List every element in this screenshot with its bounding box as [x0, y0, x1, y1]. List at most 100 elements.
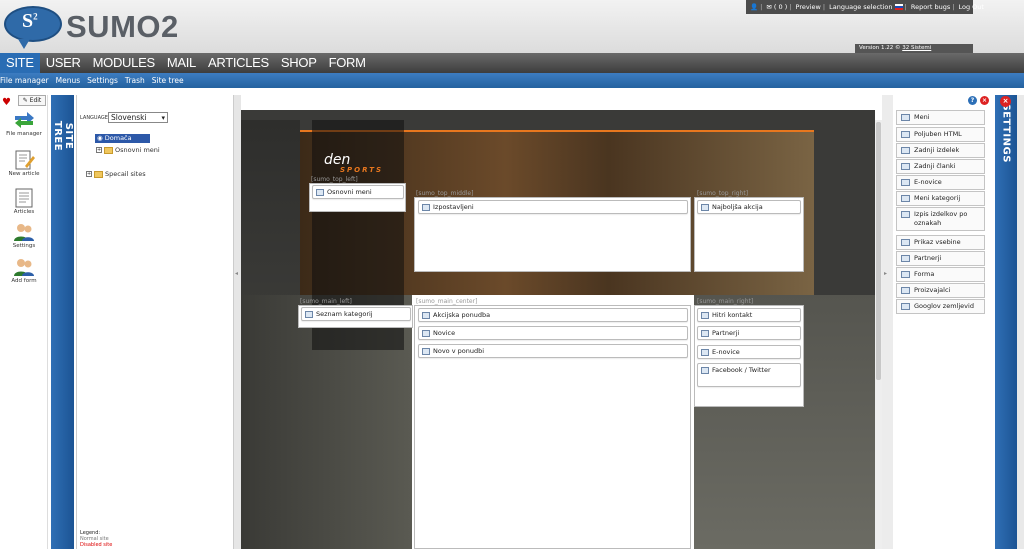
preview-link[interactable]: Preview: [796, 3, 821, 11]
module-btn-googlov-zemljevid[interactable]: Googlov zemljevid: [896, 299, 985, 314]
user-icon[interactable]: 👤: [750, 3, 758, 11]
tree-node-osnovni-meni[interactable]: + Osnovni meni: [96, 146, 160, 154]
report-bugs-link[interactable]: Report bugs: [911, 3, 950, 11]
module-icon: [701, 204, 709, 211]
edit-button[interactable]: ✎ Edit: [18, 95, 46, 106]
logo-text[interactable]: SUMO2: [66, 9, 179, 45]
module-btn-meni-kategorij[interactable]: Meni kategorij: [896, 191, 985, 206]
module-hitri-kontakt[interactable]: Hitri kontakt: [697, 308, 801, 322]
subnav-menus[interactable]: Menus: [56, 76, 85, 85]
main-nav: SITE USER MODULES MAIL ARTICLES SHOP FOR…: [0, 53, 1024, 73]
language-selection-link[interactable]: Language selection: [829, 3, 892, 11]
language-label: LANGUAGE: [80, 115, 108, 121]
module-btn-izpis-izdelkov[interactable]: Izpis izdelkov po oznakah: [896, 207, 985, 231]
module-btn-partnerji[interactable]: Partnerji: [896, 251, 985, 266]
zone-label-top-middle: [sumo_top_middle]: [416, 190, 474, 197]
nav-form[interactable]: FORM: [323, 53, 372, 73]
module-label: Hitri kontakt: [712, 311, 753, 319]
preview-scrollbar-thumb[interactable]: [876, 122, 881, 380]
tree-node-home[interactable]: ◉ Domača stran: [95, 134, 150, 151]
settings-strip[interactable]: SETTINGS: [995, 95, 1017, 549]
collapse-right-handle[interactable]: ▸: [882, 95, 893, 549]
tool-new-article-label: New article: [8, 171, 40, 177]
module-btn-label: Poljuben HTML: [914, 130, 962, 138]
module-facebook-twitter[interactable]: Facebook / Twitter: [697, 363, 801, 387]
module-icon: [901, 287, 910, 294]
expand-icon[interactable]: +: [96, 147, 102, 153]
subnav-settings[interactable]: Settings: [87, 76, 122, 85]
module-label: Osnovni meni: [327, 188, 372, 196]
flag-icon[interactable]: [894, 4, 903, 10]
module-akcijska-ponudba[interactable]: Akcijska ponudba: [418, 308, 688, 322]
module-label: Seznam kategorij: [316, 310, 373, 318]
module-icon: [701, 330, 709, 337]
module-btn-forma[interactable]: Forma: [896, 267, 985, 282]
module-najboljsa-akcija[interactable]: Najboljša akcija: [697, 200, 801, 214]
module-label: Najboljša akcija: [712, 203, 763, 211]
logout-link[interactable]: Log Out: [959, 3, 984, 11]
tool-articles-label: Articles: [13, 209, 35, 215]
subnav-site-tree[interactable]: Site tree: [152, 76, 188, 85]
settings-title: SETTINGS: [1000, 103, 1012, 163]
help-icon[interactable]: ?: [968, 96, 977, 105]
module-partnerji[interactable]: Partnerji: [697, 326, 801, 340]
close-icon[interactable]: ×: [980, 96, 989, 105]
module-icon: [316, 189, 324, 196]
module-osnovni-meni[interactable]: Osnovni meni: [312, 185, 404, 199]
zone-label-main-center: [sumo_main_center]: [416, 298, 478, 305]
expand-icon[interactable]: +: [86, 171, 92, 177]
module-icon: [701, 367, 709, 374]
subnav-trash[interactable]: Trash: [125, 76, 149, 85]
nav-site[interactable]: SITE: [0, 53, 40, 73]
zone-main-center[interactable]: [414, 305, 691, 549]
nav-mail[interactable]: MAIL: [161, 53, 202, 73]
chevron-left-icon: ◂: [235, 270, 239, 277]
module-btn-e-novice[interactable]: E-novice: [896, 175, 985, 190]
module-btn-zadnji-clanki[interactable]: Zadnji članki: [896, 159, 985, 174]
module-seznam-kategorij[interactable]: Seznam kategorij: [301, 307, 411, 321]
arrows-icon: [15, 112, 34, 128]
module-label: Facebook / Twitter: [712, 366, 771, 374]
module-label: Izpostavljeni: [433, 203, 474, 211]
module-btn-label: Meni kategorij: [914, 194, 961, 202]
den-sports-logo: den SPORTS: [324, 152, 381, 174]
collapse-left-handle[interactable]: ◂: [234, 95, 241, 549]
module-btn-proizvajalci[interactable]: Proizvajalci: [896, 283, 985, 298]
module-btn-prikaz-vsebine[interactable]: Prikaz vsebine: [896, 235, 985, 250]
module-btn-label: Forma: [914, 270, 935, 278]
module-icon: [901, 179, 910, 186]
tool-articles[interactable]: Articles: [4, 188, 44, 215]
tree-node-special-sites[interactable]: + Specail sites: [86, 170, 146, 178]
pencil-icon: ✎: [22, 97, 28, 104]
module-btn-zadnji-izdelek[interactable]: Zadnji izdelek: [896, 143, 985, 158]
module-e-novice[interactable]: E-novice: [697, 345, 801, 359]
module-icon: [901, 114, 910, 121]
zone-label-main-right: [sumo_main_right]: [697, 298, 754, 305]
cart-icon[interactable]: ✉: [766, 3, 771, 11]
module-novice[interactable]: Novice: [418, 326, 688, 340]
module-label: Akcijska ponudba: [433, 311, 491, 319]
nav-user[interactable]: USER: [40, 53, 87, 73]
tool-add-form[interactable]: Add form: [4, 257, 44, 284]
nav-articles[interactable]: ARTICLES: [202, 53, 275, 73]
favorite-heart-icon[interactable]: ♥: [2, 97, 14, 108]
module-icon: [901, 147, 910, 154]
tool-file-manager[interactable]: File manager: [4, 110, 44, 137]
module-label: E-novice: [712, 348, 740, 356]
module-novo-v-ponudbi[interactable]: Novo v ponudbi: [418, 344, 688, 358]
module-btn-meni[interactable]: Meni: [896, 110, 985, 125]
cart-count[interactable]: ( 0 ): [774, 3, 787, 11]
nav-shop[interactable]: SHOP: [275, 53, 323, 73]
folder-icon: [104, 146, 113, 154]
subnav-file-manager[interactable]: File manager: [0, 76, 53, 85]
version-link[interactable]: 32 Sistemi: [902, 45, 931, 51]
module-izpostavljeni[interactable]: Izpostavljeni: [418, 200, 688, 214]
site-tree-strip[interactable]: SITE TREE: [51, 95, 74, 549]
nav-modules[interactable]: MODULES: [87, 53, 161, 73]
tool-settings[interactable]: Settings: [4, 222, 44, 249]
settings-close-icon[interactable]: ×: [1000, 96, 1011, 107]
language-select[interactable]: Slovenski: [108, 112, 168, 123]
module-btn-poljuben-html[interactable]: Poljuben HTML: [896, 127, 985, 142]
module-btn-label: Proizvajalci: [914, 286, 951, 294]
tool-new-article[interactable]: New article: [4, 150, 44, 177]
